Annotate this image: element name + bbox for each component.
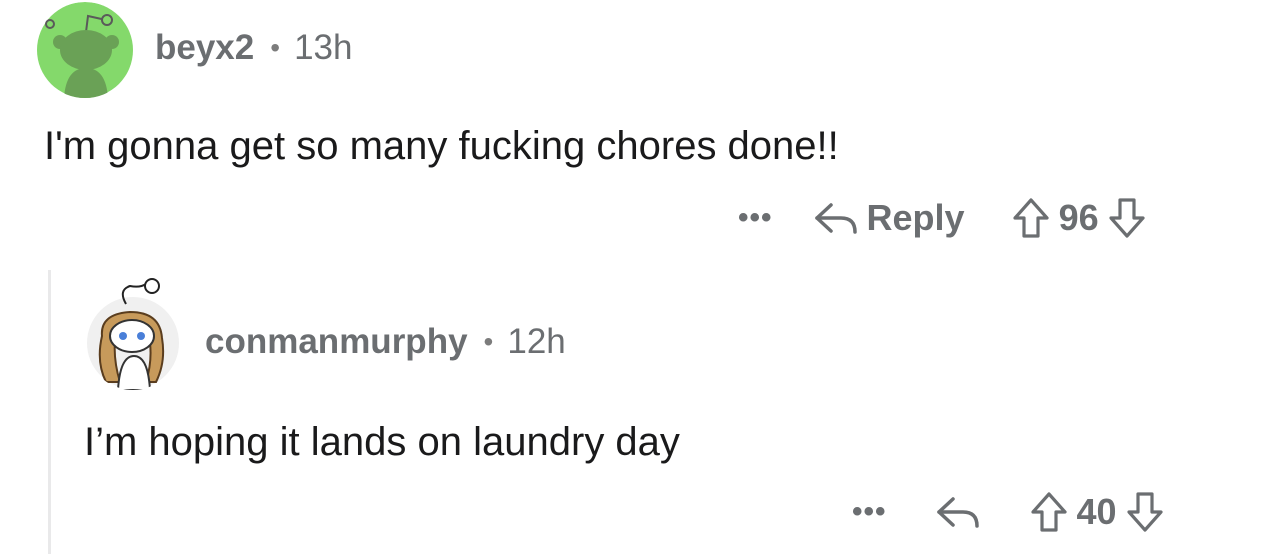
separator-dot: •	[270, 32, 281, 63]
user-avatar[interactable]	[36, 2, 134, 98]
reply-button[interactable]: Reply	[813, 197, 965, 239]
more-options-button[interactable]: •••	[738, 201, 773, 235]
user-avatar[interactable]	[86, 296, 180, 390]
upvote-arrow-icon	[1030, 492, 1067, 532]
upvote-button[interactable]	[1011, 196, 1051, 240]
reply-arrow-icon	[936, 497, 979, 528]
more-options-button[interactable]: •••	[852, 495, 887, 529]
downvote-arrow-icon	[1126, 492, 1163, 532]
comment-body: I'm gonna get so many fucking chores don…	[44, 124, 839, 168]
upvote-arrow-icon	[1012, 198, 1049, 238]
reply-button[interactable]	[935, 493, 981, 531]
snoo-avatar-icon	[37, 2, 133, 98]
username[interactable]: beyx2	[155, 28, 254, 68]
reply-label: Reply	[866, 197, 965, 238]
snoo-avatar-icon	[87, 297, 179, 390]
reply-arrow-icon	[814, 203, 857, 234]
timestamp: 13h	[294, 28, 353, 67]
downvote-button[interactable]	[1107, 196, 1147, 240]
comment-actions: ••• 40	[852, 488, 1165, 536]
comment-meta: beyx2 • 13h	[155, 26, 352, 70]
timestamp: 12h	[507, 322, 566, 361]
comment-meta: conmanmurphy • 12h	[205, 320, 566, 364]
upvote-button[interactable]	[1029, 490, 1069, 534]
username[interactable]: conmanmurphy	[205, 322, 468, 362]
antenna-icon	[121, 278, 160, 305]
vote-score: 96	[1058, 197, 1099, 238]
separator-dot: •	[483, 326, 494, 357]
comment-body: I’m hoping it lands on laundry day	[84, 420, 680, 464]
thread-line[interactable]	[48, 270, 51, 554]
downvote-button[interactable]	[1125, 490, 1165, 534]
comment-actions: ••• Reply 96	[738, 194, 1147, 242]
vote-score: 40	[1076, 491, 1117, 532]
downvote-arrow-icon	[1109, 198, 1145, 238]
